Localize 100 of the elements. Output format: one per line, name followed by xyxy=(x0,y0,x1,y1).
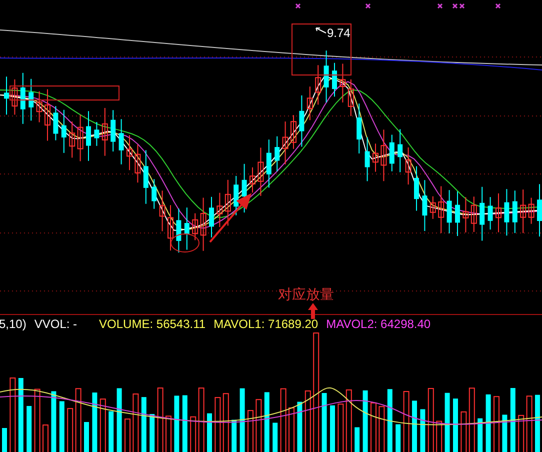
volume-bar xyxy=(370,402,376,452)
candlestick xyxy=(94,122,100,146)
volume-bar xyxy=(141,397,146,452)
candlestick xyxy=(332,62,337,98)
volume-bar xyxy=(304,390,311,452)
volume-bar xyxy=(378,406,385,452)
volume-bar xyxy=(116,388,122,452)
volume-bar xyxy=(478,418,483,452)
candlestick xyxy=(126,134,132,171)
volume-bar xyxy=(460,411,467,452)
volume-bar xyxy=(240,388,245,452)
volume-bar xyxy=(108,411,114,452)
volume-bar xyxy=(486,394,491,452)
candlestick xyxy=(446,190,452,234)
legend-label: VOLUME: 56543.11 xyxy=(99,316,206,330)
legend-label: VVOL: - xyxy=(34,316,78,330)
volume-bar xyxy=(297,402,302,452)
candlestick xyxy=(192,212,198,241)
candlestick xyxy=(102,107,108,156)
candlestick xyxy=(224,179,231,226)
candlestick xyxy=(28,78,34,122)
candlestick xyxy=(143,150,148,204)
candlestick xyxy=(110,110,116,152)
volume-bar xyxy=(494,396,500,452)
volume-bar xyxy=(157,388,164,452)
candlestick xyxy=(61,109,66,154)
candlestick xyxy=(4,76,9,116)
candlestick xyxy=(389,134,394,172)
candlestick xyxy=(12,78,18,116)
candlestick xyxy=(152,178,157,210)
candlestick xyxy=(306,86,313,121)
volume-bar xyxy=(387,389,392,452)
candlestick xyxy=(488,196,493,230)
volume-bar xyxy=(396,424,401,452)
volume-bar xyxy=(214,397,221,452)
volume-bar xyxy=(232,420,237,452)
candlestick xyxy=(77,114,84,162)
volume-bar xyxy=(207,413,212,452)
annotation-text: 对应放量 xyxy=(278,286,334,304)
volume-bar xyxy=(436,420,442,452)
circle-mark xyxy=(170,234,200,252)
candlestick xyxy=(282,121,288,165)
volume-bar xyxy=(468,388,475,452)
volume-bar xyxy=(412,400,417,452)
volume-bar xyxy=(346,389,352,452)
candlestick xyxy=(234,175,239,216)
volume-bar xyxy=(428,388,434,452)
candlestick xyxy=(159,190,166,232)
candlestick xyxy=(380,129,387,182)
volume-bar xyxy=(92,392,98,452)
volume-bar xyxy=(526,396,532,452)
candlestick xyxy=(242,163,247,214)
candlestick xyxy=(118,118,124,165)
candlestick xyxy=(364,136,370,182)
volume-bar xyxy=(272,422,278,452)
volume-bar xyxy=(420,409,426,452)
high-price-label: 9.74 xyxy=(327,26,350,40)
candlestick xyxy=(422,180,428,232)
up-arrow-icon xyxy=(308,303,318,319)
candlestick xyxy=(348,78,354,117)
volume-bar xyxy=(354,427,360,452)
volume-bar xyxy=(264,392,270,452)
candlestick xyxy=(200,197,206,252)
volume-bar xyxy=(190,416,196,452)
volume-bar xyxy=(166,416,172,452)
candlestick xyxy=(462,196,469,233)
volume-bar xyxy=(59,401,64,452)
candlestick xyxy=(250,166,256,194)
volume-bar xyxy=(502,414,508,452)
candlestick xyxy=(184,207,190,250)
volume-bar xyxy=(100,398,106,452)
candlestick xyxy=(480,186,485,242)
candlestick xyxy=(86,110,91,162)
candlestick xyxy=(496,192,502,233)
candlestick xyxy=(405,146,412,185)
volume-bar xyxy=(338,404,344,452)
volume-bar xyxy=(453,398,458,452)
volume-bar xyxy=(132,394,139,452)
volume-bar xyxy=(403,391,410,452)
volume-bar xyxy=(535,394,540,452)
candlestick xyxy=(134,144,141,184)
candlestick xyxy=(398,128,403,173)
candlestick xyxy=(176,208,182,254)
volume-bar xyxy=(198,388,204,452)
legend-label: MAVOL1: 71689.20 xyxy=(214,316,318,330)
volume-bar xyxy=(256,399,262,452)
candlestick xyxy=(430,196,436,220)
candlestick xyxy=(340,63,346,103)
pointer-arrow-icon xyxy=(316,28,326,34)
volume-bar xyxy=(174,396,180,452)
volume-bar xyxy=(222,393,229,452)
volume-bar xyxy=(26,406,32,452)
volume-bar xyxy=(34,388,40,452)
candlestick xyxy=(168,204,174,252)
trend-arrow xyxy=(209,194,251,243)
volume-bar xyxy=(280,388,286,452)
candlestick xyxy=(414,166,419,212)
volume-bar xyxy=(248,410,254,452)
candlestick xyxy=(20,72,26,124)
volume-bar xyxy=(42,424,48,452)
